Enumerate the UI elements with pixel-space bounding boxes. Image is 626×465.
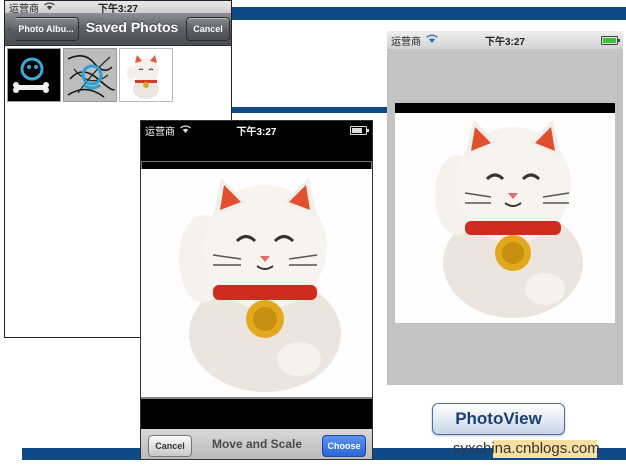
scribble-thumbnail-icon (67, 55, 115, 98)
status-time: 下午3:27 (236, 126, 277, 138)
crop-frame-bottom (141, 397, 372, 399)
battery-icon (350, 125, 369, 135)
cancel-button[interactable]: Cancel (148, 435, 192, 457)
move-and-scale-toolbar: Cancel Move and Scale Choose (141, 429, 372, 459)
photo-view-image (395, 113, 615, 323)
lucky-cat-thumbnail-icon (127, 55, 159, 99)
status-time: 下午3:27 (484, 36, 525, 48)
right-phone-screen: 运营商 下午3:27 (387, 31, 623, 385)
photo-thumbnail-1[interactable] (7, 48, 61, 102)
image-top-black-bar (395, 103, 615, 113)
left-nav-bar: Photo Albu... Saved Photos Cancel (5, 13, 231, 46)
page-title: Saved Photos (85, 19, 179, 35)
right-status-bar: 运营商 下午3:27 (387, 31, 623, 49)
background-bar-middle (232, 107, 387, 113)
photo-thumbnail-2[interactable] (63, 48, 117, 102)
cancel-button[interactable]: Cancel (186, 17, 230, 41)
left-status-bar: 运营商 下午3:27 (5, 1, 231, 15)
lucky-cat-image-icon (179, 177, 341, 392)
middle-status-bar: 运营商 下午3:27 (141, 121, 372, 139)
background-bar-top (232, 7, 626, 20)
photo-thumbnail-3[interactable] (119, 48, 173, 102)
move-and-scale-title: Move and Scale (211, 437, 303, 451)
lucky-cat-image-icon (435, 119, 583, 318)
crop-frame-top (141, 161, 372, 169)
photo-albums-back-button[interactable]: Photo Albu... (9, 17, 79, 41)
move-and-scale-image[interactable] (141, 169, 372, 397)
photoview-button[interactable]: PhotoView (432, 403, 565, 435)
watermark: syxchina.cnblogs.com (453, 440, 600, 457)
choose-button[interactable]: Choose (322, 435, 366, 457)
middle-phone-screen: 运营商 下午3:27 Cancel Move and Scale Choose (140, 120, 373, 460)
dog-bone-thumbnail-icon (13, 57, 49, 93)
battery-icon (601, 35, 620, 45)
